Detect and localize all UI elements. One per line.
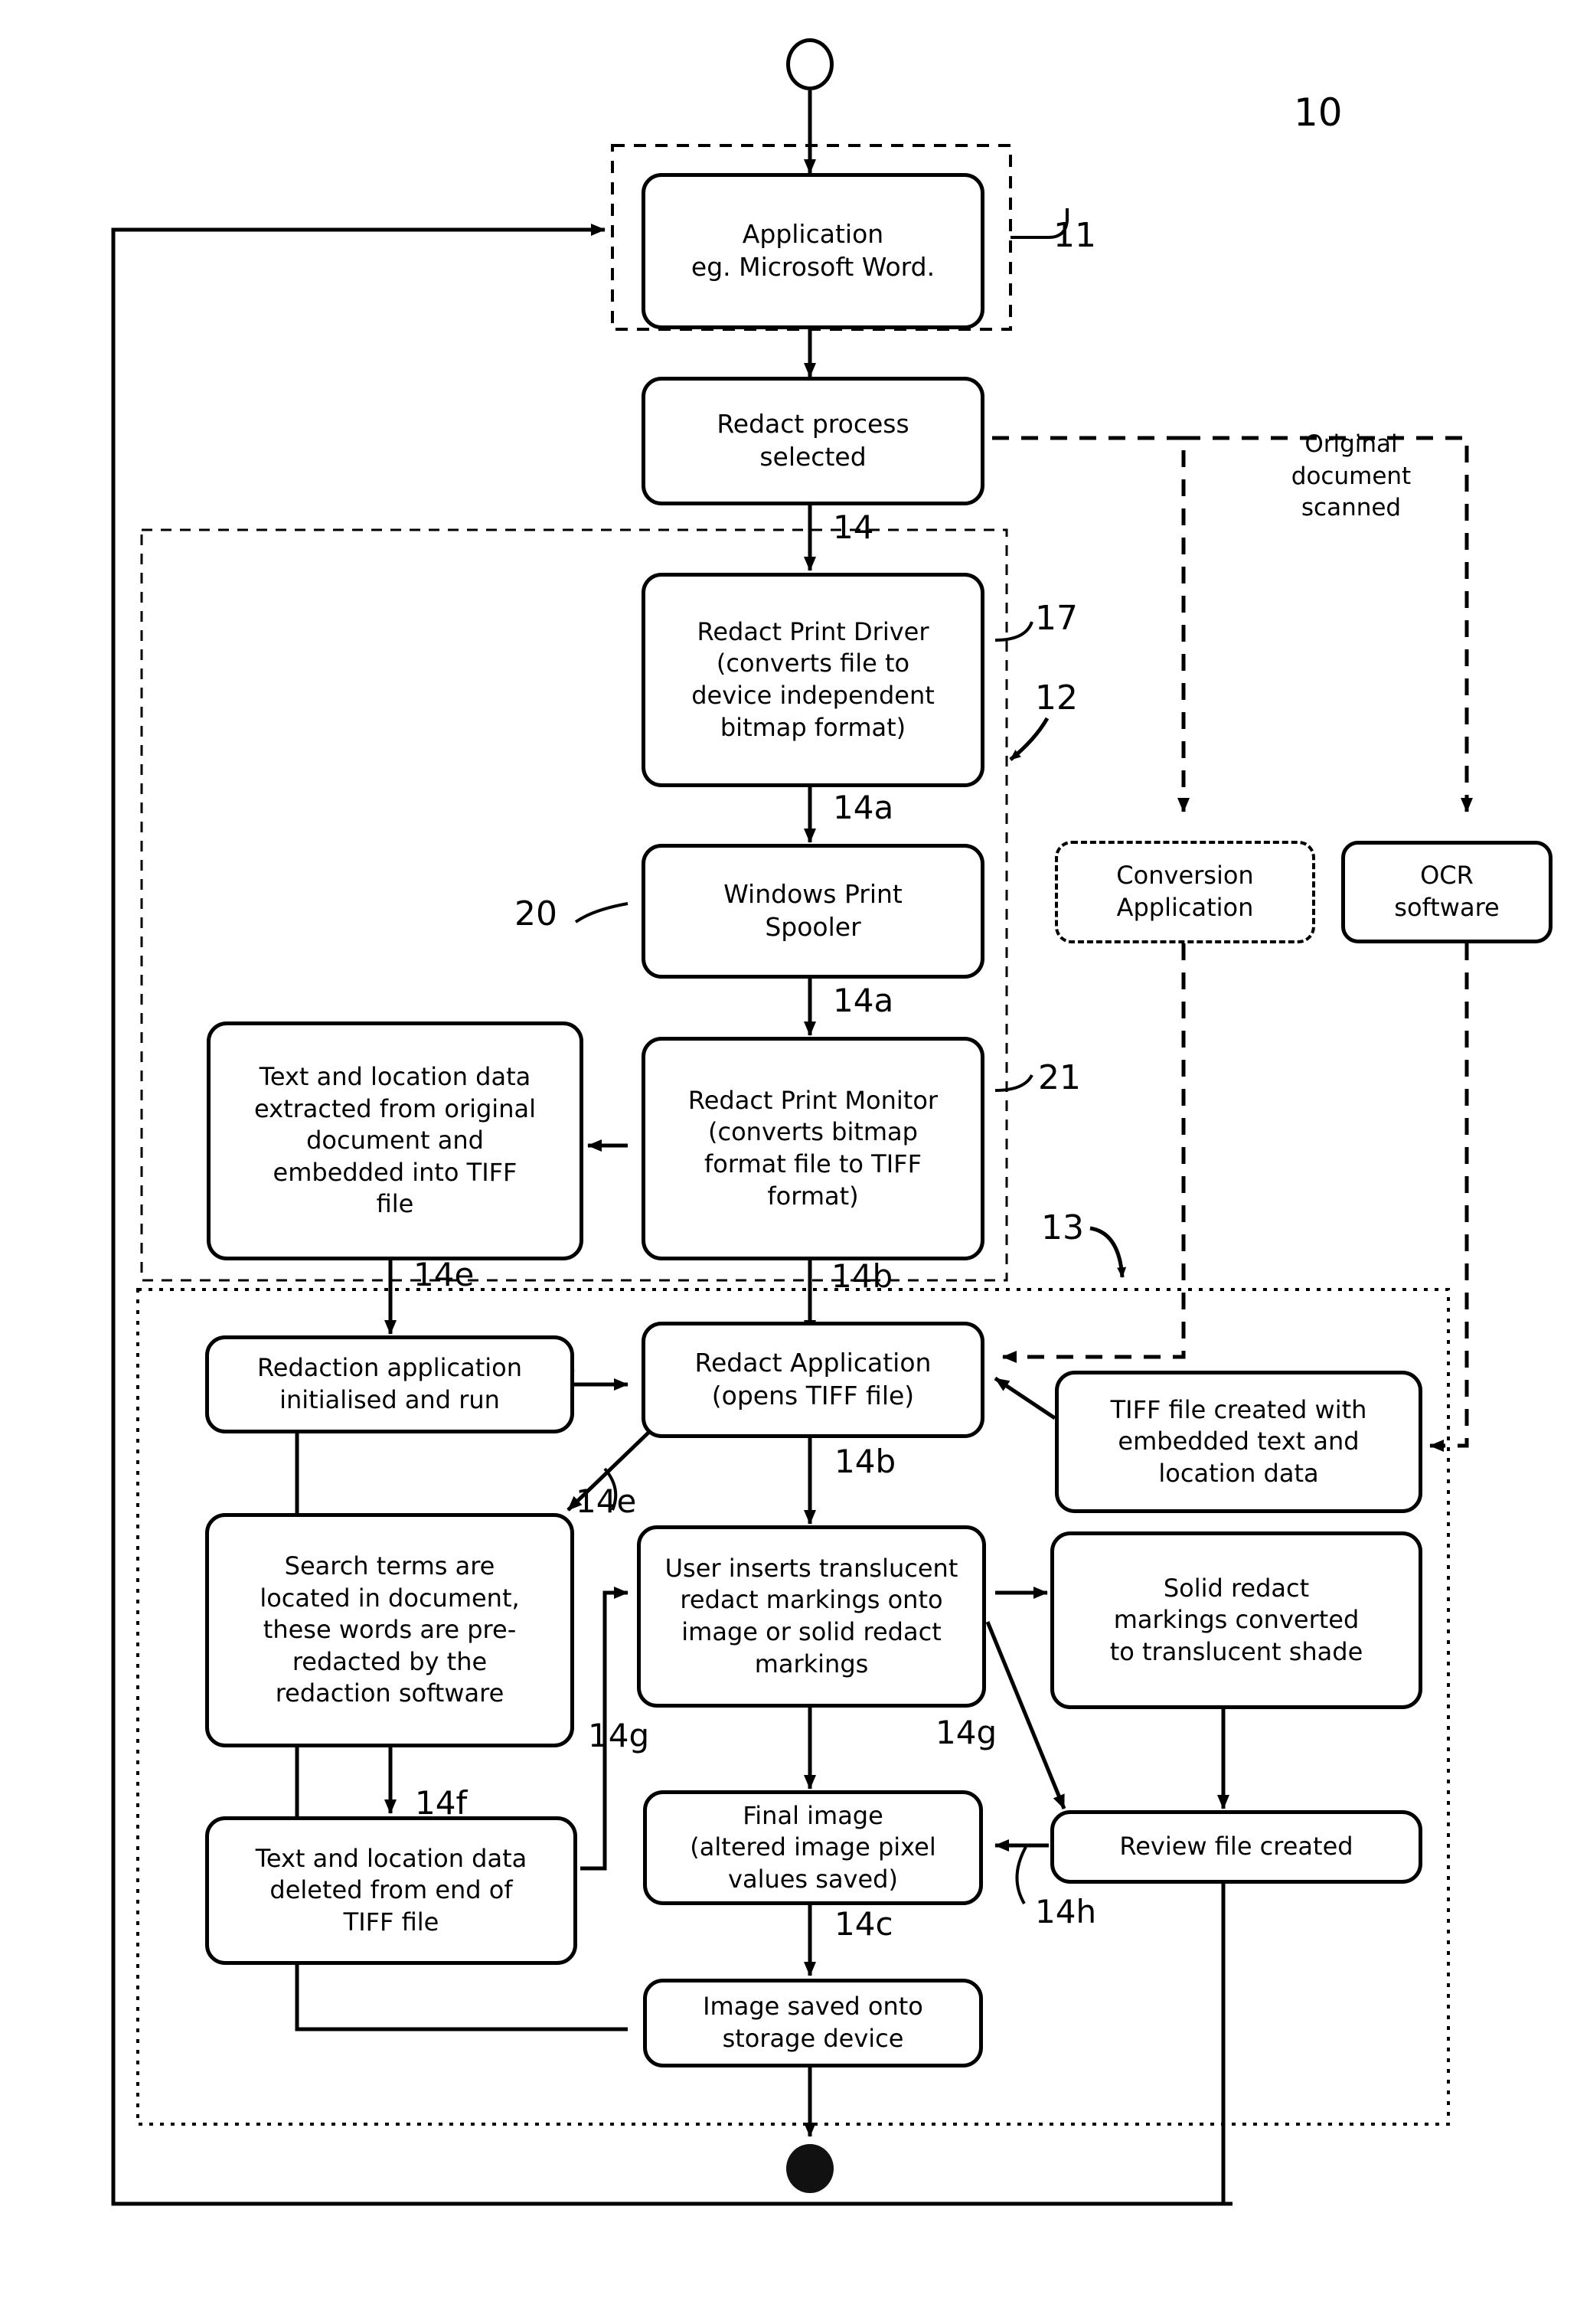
ref-20: 20 bbox=[514, 894, 557, 933]
node-redaction-app-init-label: Redaction application initialised and run bbox=[257, 1353, 522, 1414]
node-search-terms[interactable]: Search terms are located in document, thes… bbox=[205, 1513, 574, 1747]
edge-ocr-to-tiff-created bbox=[1429, 943, 1469, 1452]
leader-21 bbox=[994, 1074, 1033, 1092]
node-review-file-created-label: Review file created bbox=[1119, 1832, 1353, 1861]
step-14a-1: 14a bbox=[833, 789, 894, 826]
node-windows-print-spooler-label: Windows Print Spooler bbox=[723, 879, 903, 942]
leader-12 bbox=[1009, 717, 1050, 761]
node-text-location-extracted[interactable]: Text and location data extracted from ori… bbox=[207, 1021, 583, 1260]
end-node bbox=[786, 2144, 834, 2193]
node-text-location-extracted-label: Text and location data extracted from ori… bbox=[254, 1062, 536, 1219]
node-application-label: Application eg. Microsoft Word. bbox=[691, 219, 935, 282]
node-image-saved[interactable]: Image saved onto storage device bbox=[643, 1979, 983, 2067]
step-14: 14 bbox=[833, 508, 874, 546]
ref-10: 10 bbox=[1294, 90, 1343, 135]
patent-figure-flowchart: Application eg. Microsoft Word. Redact pr… bbox=[0, 0, 1577, 2324]
node-image-saved-label: Image saved onto storage device bbox=[703, 1992, 923, 2053]
node-solid-to-translucent[interactable]: Solid redact markings converted to translu… bbox=[1050, 1531, 1422, 1709]
ref-11: 11 bbox=[1053, 216, 1096, 255]
node-tiff-file-created[interactable]: TIFF file created with embedded text and l… bbox=[1055, 1371, 1422, 1513]
node-text-location-deleted-label: Text and location data deleted from end o… bbox=[255, 1843, 527, 1937]
node-tiff-file-created-label: TIFF file created with embedded text and l… bbox=[1110, 1394, 1367, 1488]
node-redact-print-monitor[interactable]: Redact Print Monitor (converts bitmap form… bbox=[642, 1037, 984, 1260]
node-user-inserts-markings-label: User inserts translucent redact markings … bbox=[664, 1553, 958, 1678]
node-final-image[interactable]: Final image (altered image pixel values sa… bbox=[643, 1790, 983, 1905]
edge-conversion-to-redact-app bbox=[1002, 943, 1186, 1363]
node-ocr-software-label: OCR software bbox=[1394, 861, 1500, 922]
node-ocr-software[interactable]: OCR software bbox=[1341, 841, 1553, 943]
node-redact-print-driver[interactable]: Redact Print Driver (converts file to devi… bbox=[642, 573, 984, 787]
node-redact-application-label: Redact Application (opens TIFF file) bbox=[694, 1348, 932, 1410]
edge-redact-process-dashed-right bbox=[992, 436, 1190, 812]
node-redact-process-selected[interactable]: Redact process selected bbox=[642, 377, 984, 505]
node-review-file-created[interactable]: Review file created bbox=[1050, 1810, 1422, 1884]
step-14e-2: 14e bbox=[576, 1482, 637, 1520]
edge-tiff-created-to-redact-app bbox=[994, 1376, 1056, 1420]
node-user-inserts-markings[interactable]: User inserts translucent redact markings … bbox=[637, 1525, 986, 1708]
ref-21: 21 bbox=[1038, 1058, 1081, 1097]
node-redact-application[interactable]: Redact Application (opens TIFF file) bbox=[642, 1322, 984, 1438]
node-windows-print-spooler[interactable]: Windows Print Spooler bbox=[642, 844, 984, 979]
leader-17 bbox=[994, 621, 1033, 642]
ref-13: 13 bbox=[1041, 1208, 1084, 1247]
node-conversion-application-label: Conversion Application bbox=[1116, 861, 1254, 922]
annotation-original-document-scanned: Original document scanned bbox=[1291, 430, 1412, 522]
node-text-location-deleted[interactable]: Text and location data deleted from end o… bbox=[205, 1816, 577, 1965]
start-node bbox=[786, 38, 834, 90]
node-search-terms-label: Search terms are located in document, thes… bbox=[260, 1551, 520, 1708]
node-solid-to-translucent-label: Solid redact markings converted to translu… bbox=[1109, 1573, 1363, 1666]
step-14h: 14h bbox=[1035, 1893, 1097, 1930]
step-14f: 14f bbox=[415, 1784, 468, 1822]
node-final-image-label: Final image (altered image pixel values sa… bbox=[690, 1800, 936, 1894]
step-14b-1: 14b bbox=[831, 1257, 893, 1295]
ref-12: 12 bbox=[1035, 678, 1078, 717]
step-14c: 14c bbox=[834, 1905, 893, 1943]
leader-13 bbox=[1089, 1226, 1127, 1278]
step-14g-1: 14g bbox=[588, 1717, 650, 1754]
step-14e-1: 14e bbox=[413, 1256, 475, 1293]
node-redact-print-driver-label: Redact Print Driver (converts file to devi… bbox=[691, 616, 935, 742]
node-conversion-application[interactable]: Conversion Application bbox=[1055, 841, 1315, 943]
node-redaction-app-init[interactable]: Redaction application initialised and run bbox=[205, 1335, 574, 1433]
node-application[interactable]: Application eg. Microsoft Word. bbox=[642, 173, 984, 329]
node-redact-print-monitor-label: Redact Print Monitor (converts bitmap form… bbox=[687, 1085, 939, 1211]
leader-14h-curve bbox=[1015, 1846, 1027, 1905]
step-14a-2: 14a bbox=[833, 982, 894, 1019]
node-redact-process-selected-label: Redact process selected bbox=[717, 409, 909, 472]
leader-20 bbox=[574, 902, 629, 923]
ref-17: 17 bbox=[1035, 599, 1078, 638]
step-14g-2: 14g bbox=[935, 1714, 997, 1751]
step-14b-2: 14b bbox=[834, 1443, 896, 1480]
